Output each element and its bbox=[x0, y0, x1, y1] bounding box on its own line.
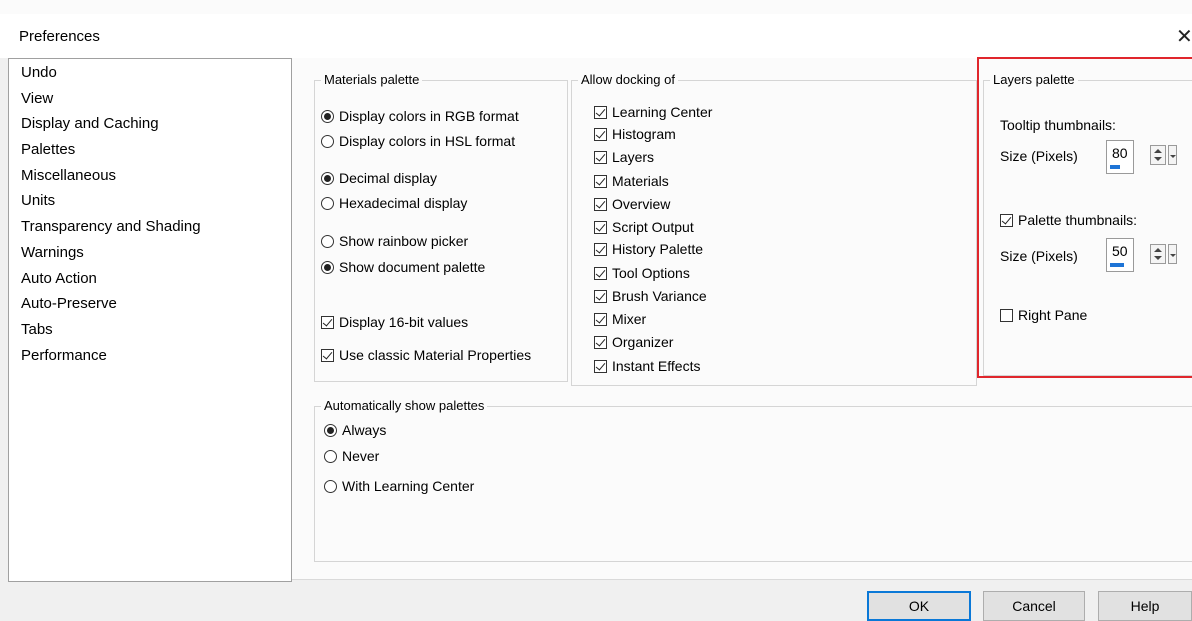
checkbox-checked-icon bbox=[594, 220, 607, 234]
category-miscellaneous[interactable]: Miscellaneous bbox=[21, 166, 201, 192]
close-icon[interactable]: ✕ bbox=[1176, 24, 1192, 49]
ok-button[interactable]: OK bbox=[867, 591, 971, 621]
radio-icon bbox=[321, 134, 334, 148]
checkbox-checked-icon bbox=[594, 312, 607, 326]
highlight-box bbox=[977, 57, 1192, 378]
category-auto-preserve[interactable]: Auto-Preserve bbox=[21, 294, 201, 320]
checkbox-checked-icon bbox=[594, 266, 607, 280]
dialog-title: Preferences bbox=[19, 28, 100, 45]
dock-item-label: Overview bbox=[612, 196, 671, 212]
sixteen-bit-checkbox[interactable]: Display 16-bit values bbox=[321, 314, 468, 330]
dock-item-label: Histogram bbox=[612, 126, 676, 142]
radio-icon bbox=[324, 479, 337, 493]
sixteen-bit-label: Display 16-bit values bbox=[339, 314, 469, 330]
hex-display-radio[interactable]: Hexadecimal display bbox=[321, 195, 467, 211]
cancel-button[interactable]: Cancel bbox=[983, 591, 1085, 621]
dialog-titlebar bbox=[0, 14, 1192, 58]
bottom-separator bbox=[292, 579, 1192, 580]
dock-organizer-checkbox[interactable]: Organizer bbox=[594, 334, 673, 350]
dock-item-label: Brush Variance bbox=[612, 288, 707, 304]
radio-icon bbox=[321, 196, 334, 210]
rainbow-picker-radio[interactable]: Show rainbow picker bbox=[321, 233, 468, 249]
classic-material-checkbox[interactable]: Use classic Material Properties bbox=[321, 347, 531, 363]
dock-learning-center-checkbox[interactable]: Learning Center bbox=[594, 104, 712, 120]
autoshow-learning-center-label: With Learning Center bbox=[342, 478, 475, 494]
category-units[interactable]: Units bbox=[21, 191, 201, 217]
rainbow-picker-label: Show rainbow picker bbox=[339, 233, 469, 249]
checkbox-checked-icon bbox=[594, 150, 607, 164]
rgb-format-radio[interactable]: Display colors in RGB format bbox=[321, 108, 519, 124]
decimal-display-label: Decimal display bbox=[339, 170, 438, 186]
checkbox-checked-icon bbox=[594, 359, 607, 373]
dock-item-label: Learning Center bbox=[612, 104, 713, 120]
checkbox-checked-icon bbox=[321, 348, 334, 362]
dock-tool-options-checkbox[interactable]: Tool Options bbox=[594, 265, 690, 281]
materials-palette-legend: Materials palette bbox=[321, 71, 423, 89]
autoshow-never-radio[interactable]: Never bbox=[324, 448, 379, 464]
radio-selected-icon bbox=[321, 171, 334, 185]
category-display-and-caching[interactable]: Display and Caching bbox=[21, 114, 201, 140]
dock-item-label: Instant Effects bbox=[612, 358, 701, 374]
radio-icon bbox=[321, 234, 334, 248]
dock-history-palette-checkbox[interactable]: History Palette bbox=[594, 241, 703, 257]
checkbox-checked-icon bbox=[321, 315, 334, 329]
dock-item-label: Tool Options bbox=[612, 265, 690, 281]
top-strip bbox=[0, 0, 1192, 14]
dock-item-label: Materials bbox=[612, 173, 669, 189]
dock-script-output-checkbox[interactable]: Script Output bbox=[594, 219, 694, 235]
category-undo[interactable]: Undo bbox=[21, 63, 201, 89]
help-button[interactable]: Help bbox=[1098, 591, 1192, 621]
category-warnings[interactable]: Warnings bbox=[21, 243, 201, 269]
hsl-format-radio[interactable]: Display colors in HSL format bbox=[321, 133, 515, 149]
radio-selected-icon bbox=[321, 109, 334, 123]
dock-mixer-checkbox[interactable]: Mixer bbox=[594, 311, 646, 327]
autoshow-always-label: Always bbox=[342, 422, 387, 438]
category-list-panel: Undo View Display and Caching Palettes M… bbox=[8, 58, 292, 582]
radio-icon bbox=[324, 449, 337, 463]
checkbox-checked-icon bbox=[594, 197, 607, 211]
rgb-format-label: Display colors in RGB format bbox=[339, 108, 519, 124]
dock-layers-checkbox[interactable]: Layers bbox=[594, 149, 654, 165]
category-performance[interactable]: Performance bbox=[21, 346, 201, 372]
dock-item-label: Script Output bbox=[612, 219, 694, 235]
category-transparency-and-shading[interactable]: Transparency and Shading bbox=[21, 217, 201, 243]
document-palette-radio[interactable]: Show document palette bbox=[321, 259, 485, 275]
category-palettes[interactable]: Palettes bbox=[21, 140, 201, 166]
dock-item-label: Organizer bbox=[612, 334, 674, 350]
dock-instant-effects-checkbox[interactable]: Instant Effects bbox=[594, 358, 700, 374]
checkbox-checked-icon bbox=[594, 127, 607, 141]
hsl-format-label: Display colors in HSL format bbox=[339, 133, 516, 149]
category-view[interactable]: View bbox=[21, 89, 201, 115]
checkbox-checked-icon bbox=[594, 174, 607, 188]
document-palette-label: Show document palette bbox=[339, 259, 486, 275]
autoshow-legend: Automatically show palettes bbox=[321, 397, 488, 415]
dock-brush-variance-checkbox[interactable]: Brush Variance bbox=[594, 288, 707, 304]
dock-histogram-checkbox[interactable]: Histogram bbox=[594, 126, 676, 142]
category-list: Undo View Display and Caching Palettes M… bbox=[21, 63, 201, 371]
category-auto-action[interactable]: Auto Action bbox=[21, 269, 201, 295]
docking-legend: Allow docking of bbox=[578, 71, 678, 89]
radio-selected-icon bbox=[324, 423, 337, 437]
checkbox-checked-icon bbox=[594, 242, 607, 256]
checkbox-checked-icon bbox=[594, 105, 607, 119]
autoshow-learning-center-radio[interactable]: With Learning Center bbox=[324, 478, 474, 494]
materials-palette-group: Materials palette bbox=[314, 71, 568, 382]
classic-material-label: Use classic Material Properties bbox=[339, 347, 532, 363]
dock-item-label: Mixer bbox=[612, 311, 647, 327]
category-tabs[interactable]: Tabs bbox=[21, 320, 201, 346]
dock-materials-checkbox[interactable]: Materials bbox=[594, 173, 669, 189]
radio-selected-icon bbox=[321, 260, 334, 274]
dock-overview-checkbox[interactable]: Overview bbox=[594, 196, 670, 212]
dock-item-label: History Palette bbox=[612, 241, 704, 257]
autoshow-never-label: Never bbox=[342, 448, 380, 464]
hex-display-label: Hexadecimal display bbox=[339, 195, 468, 211]
autoshow-always-radio[interactable]: Always bbox=[324, 422, 386, 438]
dock-item-label: Layers bbox=[612, 149, 655, 165]
checkbox-checked-icon bbox=[594, 289, 607, 303]
decimal-display-radio[interactable]: Decimal display bbox=[321, 170, 437, 186]
checkbox-checked-icon bbox=[594, 335, 607, 349]
